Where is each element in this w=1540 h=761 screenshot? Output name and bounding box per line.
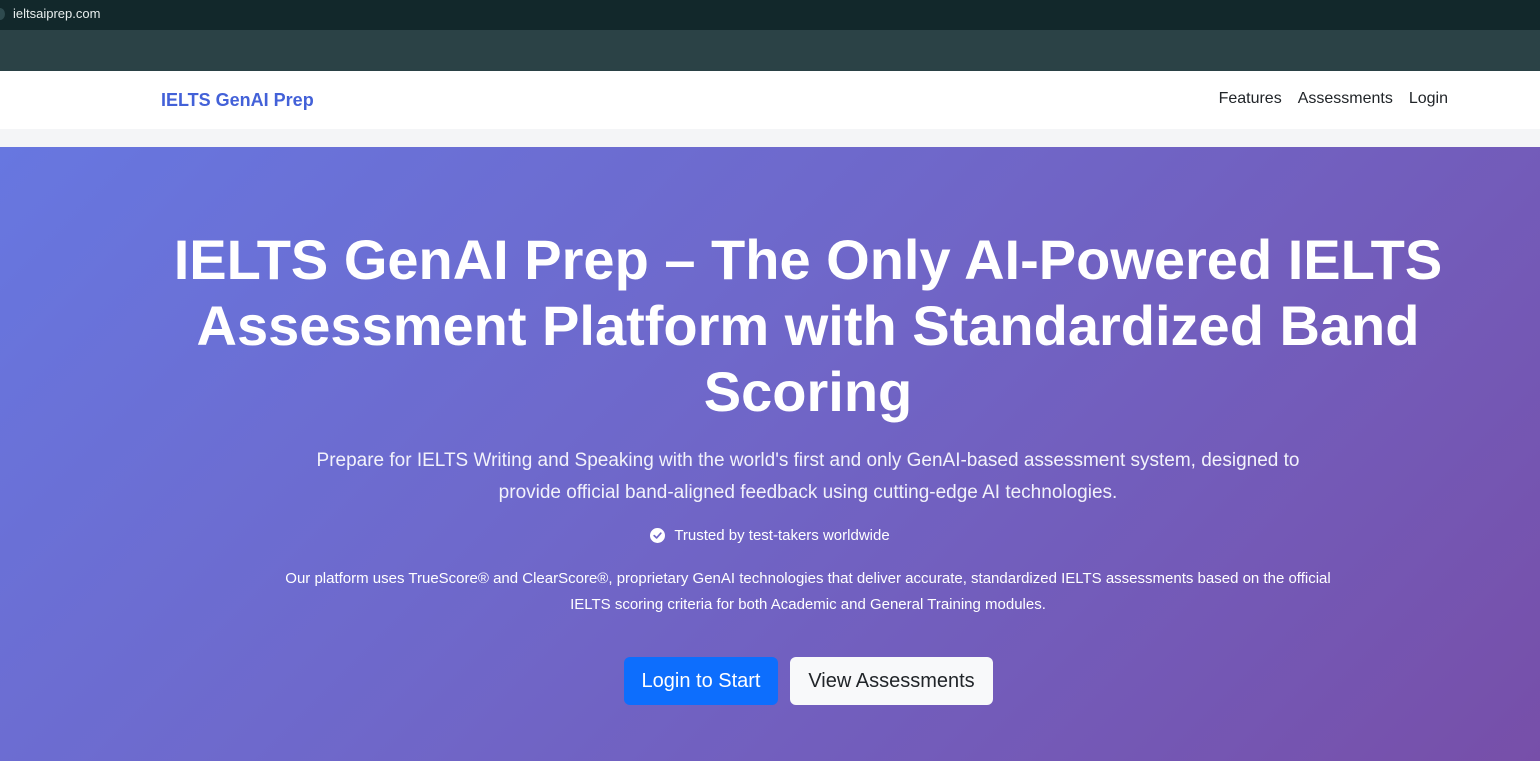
nav-link-login[interactable]: Login: [1409, 90, 1448, 108]
nav-link-assessments[interactable]: Assessments: [1298, 90, 1393, 108]
hero-description: Our platform uses TrueScore® and ClearSc…: [285, 570, 1331, 613]
nav-links: Features Assessments Login: [1219, 90, 1448, 108]
navbar-spacer: [0, 129, 1540, 147]
tab-edge-icon: [0, 8, 5, 20]
address-url[interactable]: ieltsaiprep.com: [13, 6, 100, 21]
trusted-text: Trusted by test-takers worldwide: [674, 527, 890, 544]
view-assessments-button[interactable]: View Assessments: [790, 657, 993, 705]
hero-lead: Prepare for IELTS Writing and Speaking w…: [316, 450, 1300, 503]
login-to-start-button[interactable]: Login to Start: [624, 657, 778, 705]
site-navbar: IELTS GenAI Prep Features Assessments Lo…: [0, 71, 1540, 129]
trusted-badge: Trusted by test-takers worldwide: [0, 527, 1540, 544]
brand-logo-link[interactable]: IELTS GenAI Prep: [161, 90, 314, 111]
browser-address-bar: ieltsaiprep.com: [0, 0, 1540, 30]
hero-section: IELTS GenAI Prep – The Only AI-Powered I…: [0, 147, 1540, 761]
nav-link-features[interactable]: Features: [1219, 90, 1282, 108]
browser-toolbar-strip: [0, 30, 1540, 71]
hero-title: IELTS GenAI Prep – The Only AI-Powered I…: [173, 228, 1443, 423]
check-circle-icon: [650, 528, 666, 543]
